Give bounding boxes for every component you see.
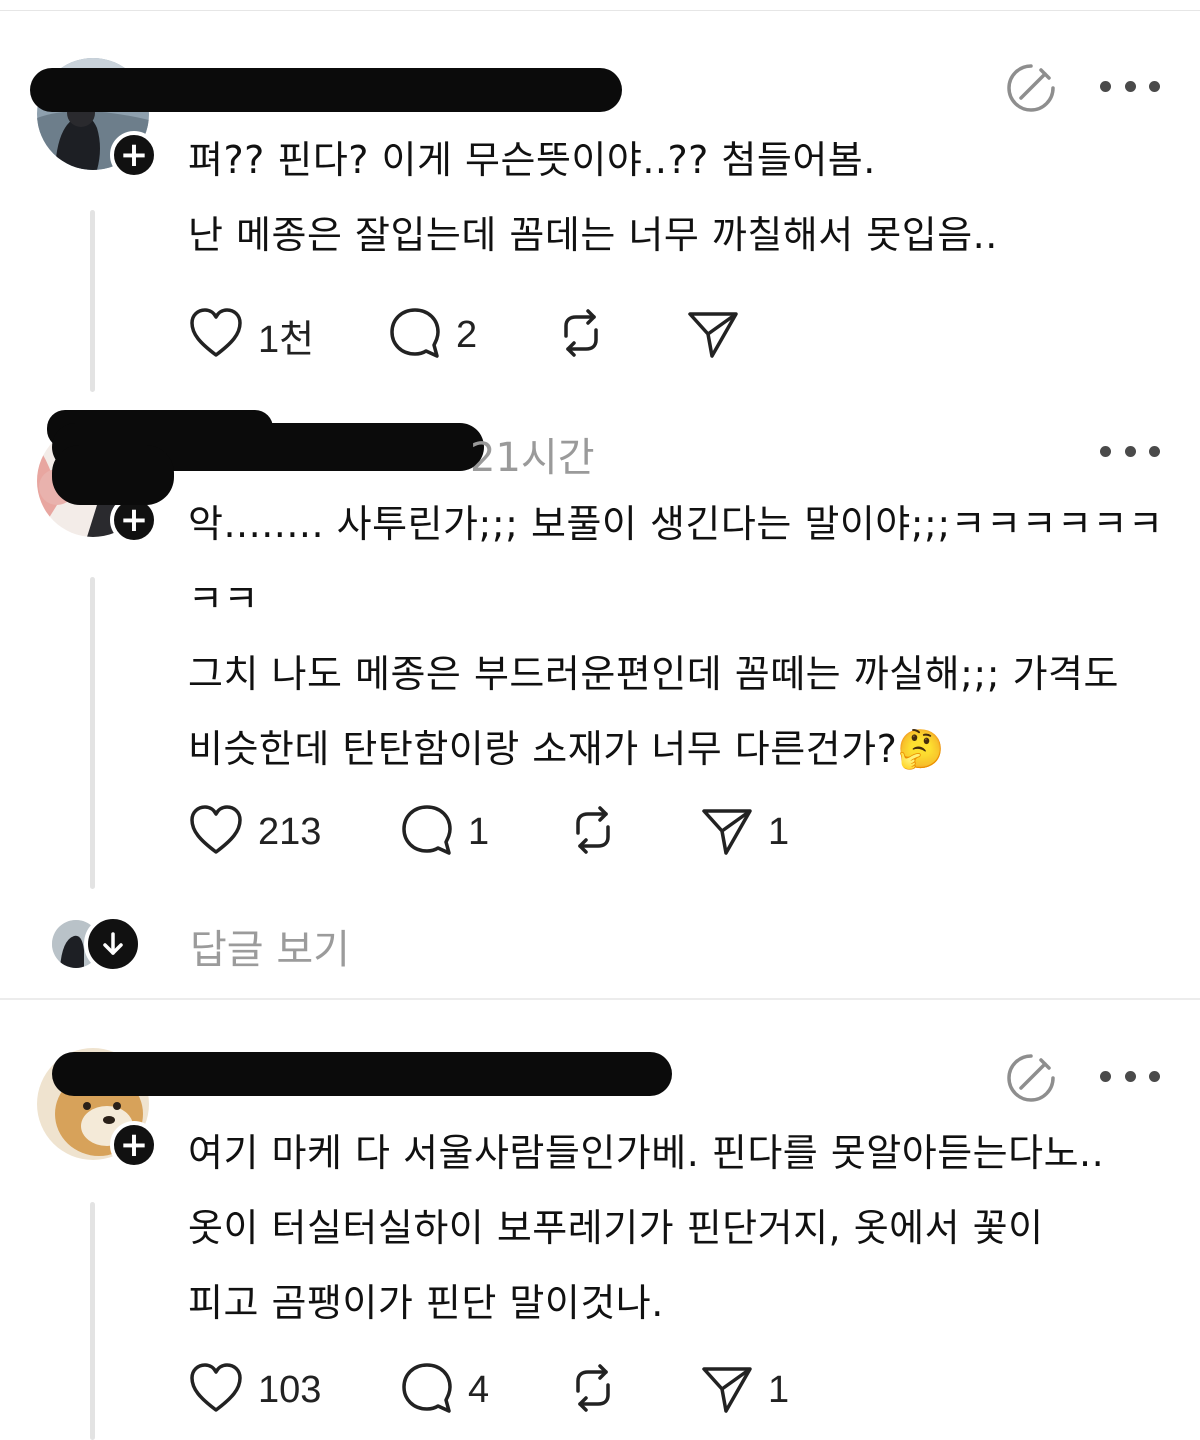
send-icon (700, 1361, 754, 1419)
repost-icon (566, 803, 620, 861)
follow-button[interactable]: + (110, 131, 158, 179)
share-count: 1 (768, 1368, 790, 1411)
share-button[interactable]: 1 (700, 1360, 789, 1420)
like-button[interactable]: 213 (188, 802, 321, 862)
thread-line (90, 1202, 95, 1440)
post-body: 펴?? 핀다? 이게 무슨뜻이야..?? 첨들어봄. 난 메종은 잘입는데 꼼데… (188, 138, 998, 257)
send-icon (686, 306, 740, 364)
share-button[interactable]: 1 (700, 802, 789, 862)
comment-button[interactable]: 2 (388, 305, 477, 365)
comment-count: 2 (456, 313, 478, 356)
heart-icon (188, 307, 244, 363)
action-bar: 103 4 1 (188, 1360, 808, 1420)
comment-bubble-icon (388, 306, 442, 364)
edit-circle-icon[interactable] (1005, 1052, 1057, 1108)
post-1: + 펴?? 핀다? 이게 무슨뜻이야..?? 첨들어봄. 난 메종은 잘입는데 … (0, 0, 1200, 400)
more-dots-icon[interactable] (1100, 78, 1160, 94)
like-count: 103 (258, 1368, 322, 1411)
repost-icon (554, 306, 608, 364)
like-count: 1천 (258, 318, 315, 361)
send-icon (700, 803, 754, 861)
more-dots-icon[interactable] (1100, 1068, 1160, 1084)
arrow-down-icon (84, 915, 142, 973)
post-body: 여기 마케 다 서울사람들인가베. 핀다를 못알아듣는다노.. 옷이 터실터실하… (188, 1131, 1105, 1325)
post-2: + 21시간 악........ 사투린가;;; 보풀이 생긴다는 말이야;;;… (0, 395, 1200, 915)
action-bar: 1천 2 (188, 305, 788, 365)
repost-button[interactable] (566, 1360, 620, 1420)
comment-button[interactable]: 1 (400, 802, 489, 862)
post-body: 악........ 사투린가;;; 보풀이 생긴다는 말이야;;;ㅋㅋㅋㅋㅋㅋ … (188, 502, 1164, 771)
thread-line (90, 577, 95, 889)
comment-button[interactable]: 4 (400, 1360, 489, 1420)
more-dots-icon[interactable] (1100, 443, 1160, 459)
view-replies-row[interactable]: 답글 보기 (52, 915, 552, 975)
heart-icon (188, 804, 244, 860)
thread-line (90, 210, 95, 392)
follow-button[interactable]: + (110, 1121, 158, 1169)
comment-bubble-icon (400, 803, 454, 861)
comment-count: 1 (468, 810, 490, 853)
edit-circle-icon[interactable] (1005, 62, 1057, 118)
view-replies-label[interactable]: 답글 보기 (190, 917, 350, 975)
post-timestamp: 21시간 (470, 435, 595, 481)
redacted-username (52, 445, 174, 505)
repost-icon (566, 1361, 620, 1419)
share-count: 1 (768, 810, 790, 853)
like-button[interactable]: 103 (188, 1360, 321, 1420)
share-button[interactable] (686, 305, 740, 365)
plus-icon: + (119, 500, 149, 540)
like-count: 213 (258, 810, 322, 853)
repost-button[interactable] (566, 802, 620, 862)
comment-bubble-icon (400, 1361, 454, 1419)
redacted-username (30, 68, 622, 112)
action-bar: 213 1 1 (188, 802, 808, 862)
like-button[interactable]: 1천 (188, 305, 314, 365)
plus-icon: + (119, 1125, 149, 1165)
plus-icon: + (119, 135, 149, 175)
repost-button[interactable] (554, 305, 608, 365)
heart-icon (188, 1362, 244, 1418)
post-3: + 여기 마케 다 서울사람들인가베. 핀다를 못알아듣는다노.. 옷이 터실터… (0, 1000, 1200, 1440)
redacted-username (52, 1052, 672, 1096)
comment-count: 4 (468, 1368, 490, 1411)
